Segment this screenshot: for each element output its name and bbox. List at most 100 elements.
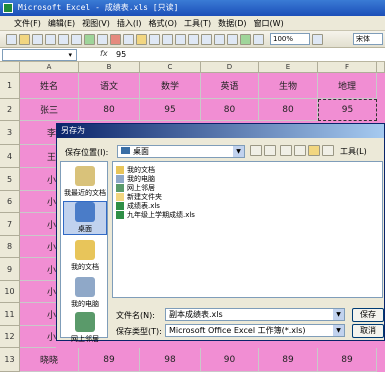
- cell-b13[interactable]: 89: [79, 348, 140, 372]
- open-icon[interactable]: [19, 33, 30, 45]
- drawing-icon[interactable]: [253, 33, 264, 45]
- column-header-a[interactable]: A: [20, 62, 79, 73]
- row-header-3[interactable]: 3: [0, 121, 20, 145]
- cancel-button[interactable]: 取消: [352, 324, 384, 338]
- menu-window[interactable]: 窗口(W): [254, 18, 284, 29]
- cell-a6[interactable]: 小: [20, 191, 56, 213]
- cell-a3[interactable]: 李: [20, 121, 56, 145]
- row-header-1[interactable]: 1: [0, 73, 20, 99]
- back-icon[interactable]: [250, 145, 262, 156]
- cell-e1[interactable]: 生物: [259, 73, 318, 99]
- chevron-down-icon[interactable]: ▼: [233, 146, 244, 157]
- sort-descending-icon[interactable]: [227, 33, 238, 45]
- place-my-computer[interactable]: 我的电脑: [63, 277, 107, 309]
- row-header-8[interactable]: 8: [0, 236, 20, 258]
- column-header-c[interactable]: C: [140, 62, 201, 73]
- up-folder-icon[interactable]: [264, 145, 276, 156]
- column-header-e[interactable]: E: [259, 62, 318, 73]
- cell-a12[interactable]: 小: [20, 326, 56, 348]
- undo-icon[interactable]: [162, 33, 173, 45]
- select-all-corner[interactable]: [0, 62, 20, 73]
- delete-icon[interactable]: [294, 145, 306, 156]
- row-header-4[interactable]: 4: [0, 145, 20, 168]
- row-header-5[interactable]: 5: [0, 168, 20, 191]
- cell-b2[interactable]: 80: [79, 99, 140, 121]
- menu-tools[interactable]: 工具(T): [184, 18, 211, 29]
- cell-c1[interactable]: 数学: [140, 73, 201, 99]
- help-icon[interactable]: [312, 33, 323, 45]
- cell-a8[interactable]: 小: [20, 236, 56, 258]
- cell-e13[interactable]: 89: [259, 348, 318, 372]
- cell-a1[interactable]: 姓名: [20, 73, 79, 99]
- file-list[interactable]: 我的文档 我的电脑 网上邻居 新建文件夹 成绩表.xls 九年级上学期成绩.xl…: [112, 161, 383, 298]
- filetype-select[interactable]: Microsoft Office Excel 工作簿(*.xls) ▼: [165, 324, 345, 337]
- column-header-b[interactable]: B: [79, 62, 140, 73]
- row-header-9[interactable]: 9: [0, 258, 20, 281]
- list-item[interactable]: 九年级上学期成绩.xls: [116, 210, 195, 220]
- cell-c13[interactable]: 98: [140, 348, 201, 372]
- menu-insert[interactable]: 插入(I): [117, 18, 142, 29]
- paste-icon[interactable]: [136, 33, 147, 45]
- row-header-6[interactable]: 6: [0, 191, 20, 213]
- print-icon[interactable]: [58, 33, 69, 45]
- name-box[interactable]: ▾: [2, 49, 77, 61]
- cell-a4[interactable]: 王: [20, 145, 56, 168]
- tools-menu[interactable]: 工具(L): [340, 146, 367, 157]
- spelling-icon[interactable]: [84, 33, 95, 45]
- column-header-g[interactable]: [377, 62, 385, 73]
- print-preview-icon[interactable]: [71, 33, 82, 45]
- cell-c2[interactable]: 95: [140, 99, 201, 121]
- row-header-7[interactable]: 7: [0, 213, 20, 236]
- new-icon[interactable]: [6, 33, 17, 45]
- row-header-12[interactable]: 12: [0, 326, 20, 348]
- save-icon[interactable]: [32, 33, 43, 45]
- font-select[interactable]: 宋体: [353, 33, 383, 45]
- menu-data[interactable]: 数据(D): [218, 18, 246, 29]
- format-painter-icon[interactable]: [149, 33, 160, 45]
- menu-file[interactable]: 文件(F): [14, 18, 41, 29]
- place-desktop[interactable]: 桌面: [63, 201, 107, 235]
- copy-icon[interactable]: [123, 33, 134, 45]
- place-recent[interactable]: 我最近的文档: [63, 166, 107, 198]
- cell-a7[interactable]: 小: [20, 213, 56, 236]
- hyperlink-icon[interactable]: [188, 33, 199, 45]
- cell-e2[interactable]: 80: [259, 99, 318, 121]
- cell-b1[interactable]: 语文: [79, 73, 140, 99]
- redo-icon[interactable]: [175, 33, 186, 45]
- menu-edit[interactable]: 编辑(E): [48, 18, 75, 29]
- menu-view[interactable]: 视图(V): [82, 18, 110, 29]
- cell-f2-selected[interactable]: 95: [318, 99, 377, 121]
- views-icon[interactable]: [322, 145, 334, 156]
- sort-ascending-icon[interactable]: [214, 33, 225, 45]
- autosum-icon[interactable]: [201, 33, 212, 45]
- cut-icon[interactable]: [110, 33, 121, 45]
- cell-a5[interactable]: 小: [20, 168, 56, 191]
- cell-a13[interactable]: 晓晓: [20, 348, 79, 372]
- research-icon[interactable]: [97, 33, 108, 45]
- new-folder-icon[interactable]: [308, 145, 320, 156]
- cell-d13[interactable]: 90: [201, 348, 259, 372]
- row-header-2[interactable]: 2: [0, 99, 20, 121]
- column-header-d[interactable]: D: [201, 62, 259, 73]
- column-header-f[interactable]: F: [318, 62, 377, 73]
- search-web-icon[interactable]: [280, 145, 292, 156]
- cell-a10[interactable]: 小: [20, 281, 56, 303]
- cell-d1[interactable]: 英语: [201, 73, 259, 99]
- row-header-11[interactable]: 11: [0, 303, 20, 326]
- place-network[interactable]: 网上邻居: [63, 312, 107, 344]
- zoom-select[interactable]: 100%: [270, 33, 310, 45]
- permission-icon[interactable]: [45, 33, 56, 45]
- cell-a2[interactable]: 张三: [20, 99, 79, 121]
- save-button[interactable]: 保存: [352, 308, 384, 322]
- cell-a11[interactable]: 小: [20, 303, 56, 326]
- place-my-documents[interactable]: 我的文档: [63, 240, 107, 272]
- row-header-10[interactable]: 10: [0, 281, 20, 303]
- cell-f13[interactable]: 89: [318, 348, 377, 372]
- chart-wizard-icon[interactable]: [240, 33, 251, 45]
- chevron-down-icon[interactable]: ▼: [333, 309, 344, 320]
- row-header-13[interactable]: 13: [0, 348, 20, 372]
- cell-a9[interactable]: 小: [20, 258, 56, 281]
- fx-icon[interactable]: fx: [100, 49, 108, 58]
- cell-d2[interactable]: 80: [201, 99, 259, 121]
- filename-input[interactable]: 副本成绩表.xls ▼: [165, 308, 345, 321]
